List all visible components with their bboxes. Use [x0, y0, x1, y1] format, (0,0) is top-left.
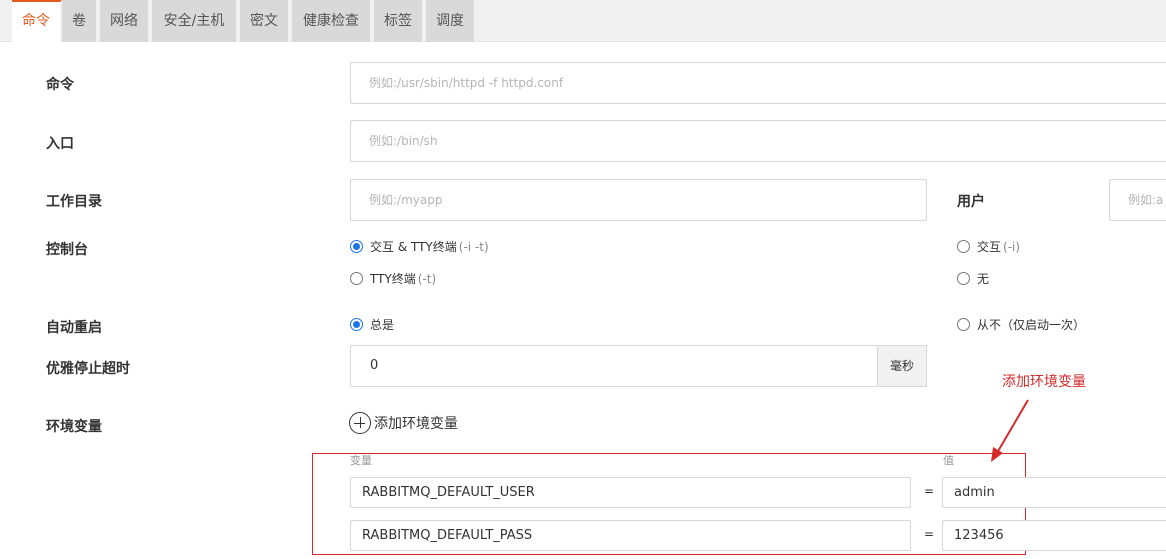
console-radio-none[interactable]: 无 — [957, 270, 989, 287]
user-label: 用户 — [957, 194, 985, 210]
radio-label: 从不（仅启动一次） — [977, 318, 1086, 332]
env-eq-sign: = — [924, 484, 935, 498]
console-radio-interactive[interactable]: 交互 (-i) — [957, 238, 1020, 255]
radio-dot — [350, 318, 363, 331]
tab-health-check[interactable]: 健康检查 — [292, 0, 372, 42]
env-eq-sign: = — [924, 527, 935, 541]
tab-security-host[interactable]: 安全/主机 — [152, 0, 238, 42]
entrypoint-input[interactable]: 例如:/bin/sh — [350, 120, 1166, 162]
radio-hint: (-i) — [1003, 239, 1021, 254]
workdir-label: 工作目录 — [46, 194, 102, 210]
add-env-label: 添加环境变量 — [374, 416, 458, 432]
console-radio-tty[interactable]: TTY终端 (-t) — [350, 270, 436, 287]
tab-volumes[interactable]: 卷 — [62, 0, 98, 42]
restart-radio-always[interactable]: 总是 — [350, 316, 394, 333]
radio-dot — [350, 272, 363, 285]
env-col-key-header: 变量 — [350, 454, 372, 467]
radio-dot — [957, 240, 970, 253]
add-env-button[interactable]: 添加环境变量 — [349, 412, 458, 434]
tab-command[interactable]: 命令 — [12, 0, 62, 42]
console-label: 控制台 — [46, 242, 88, 258]
workdir-input[interactable]: 例如:/myapp — [350, 179, 927, 221]
plus-circle-icon — [349, 412, 371, 434]
entrypoint-label: 入口 — [46, 136, 74, 152]
radio-label: TTY终端 — [370, 272, 416, 286]
stop-timeout-label: 优雅停止超时 — [46, 361, 130, 377]
command-label: 命令 — [46, 77, 74, 93]
env-key-input-2[interactable]: RABBITMQ_DEFAULT_PASS — [350, 520, 911, 551]
radio-dot — [957, 272, 970, 285]
command-input[interactable]: 例如:/usr/sbin/httpd -f httpd.conf — [350, 62, 1166, 104]
stop-timeout-unit: 毫秒 — [878, 345, 927, 387]
console-radio-interactive-tty[interactable]: 交互 & TTY终端 (-i -t) — [350, 238, 489, 255]
radio-dot — [350, 240, 363, 253]
env-col-value-header: 值 — [943, 454, 954, 467]
restart-label: 自动重启 — [46, 320, 102, 336]
env-value-input-2[interactable]: 123456 — [942, 520, 1166, 551]
tab-scheduling[interactable]: 调度 — [426, 0, 476, 42]
env-label: 环境变量 — [46, 419, 102, 435]
env-value-input-1[interactable]: admin — [942, 477, 1166, 508]
tab-secrets[interactable]: 密文 — [240, 0, 290, 42]
radio-label: 无 — [977, 272, 990, 286]
radio-label: 总是 — [370, 318, 395, 332]
tab-labels[interactable]: 标签 — [374, 0, 424, 42]
radio-hint: (-i -t) — [458, 239, 489, 254]
annotation-text: 添加环境变量 — [1002, 374, 1086, 390]
radio-dot — [957, 318, 970, 331]
radio-label: 交互 — [977, 240, 1002, 254]
env-key-input-1[interactable]: RABBITMQ_DEFAULT_USER — [350, 477, 911, 508]
tab-network[interactable]: 网络 — [100, 0, 150, 42]
radio-hint: (-t) — [417, 271, 437, 286]
radio-label: 交互 & TTY终端 — [370, 240, 457, 254]
stop-timeout-input[interactable]: 0 — [350, 345, 878, 387]
tab-bar: 命令 卷 网络 安全/主机 密文 健康检查 标签 调度 — [0, 0, 1166, 42]
user-input[interactable]: 例如:a — [1109, 179, 1166, 221]
restart-radio-never[interactable]: 从不（仅启动一次） — [957, 316, 1085, 333]
